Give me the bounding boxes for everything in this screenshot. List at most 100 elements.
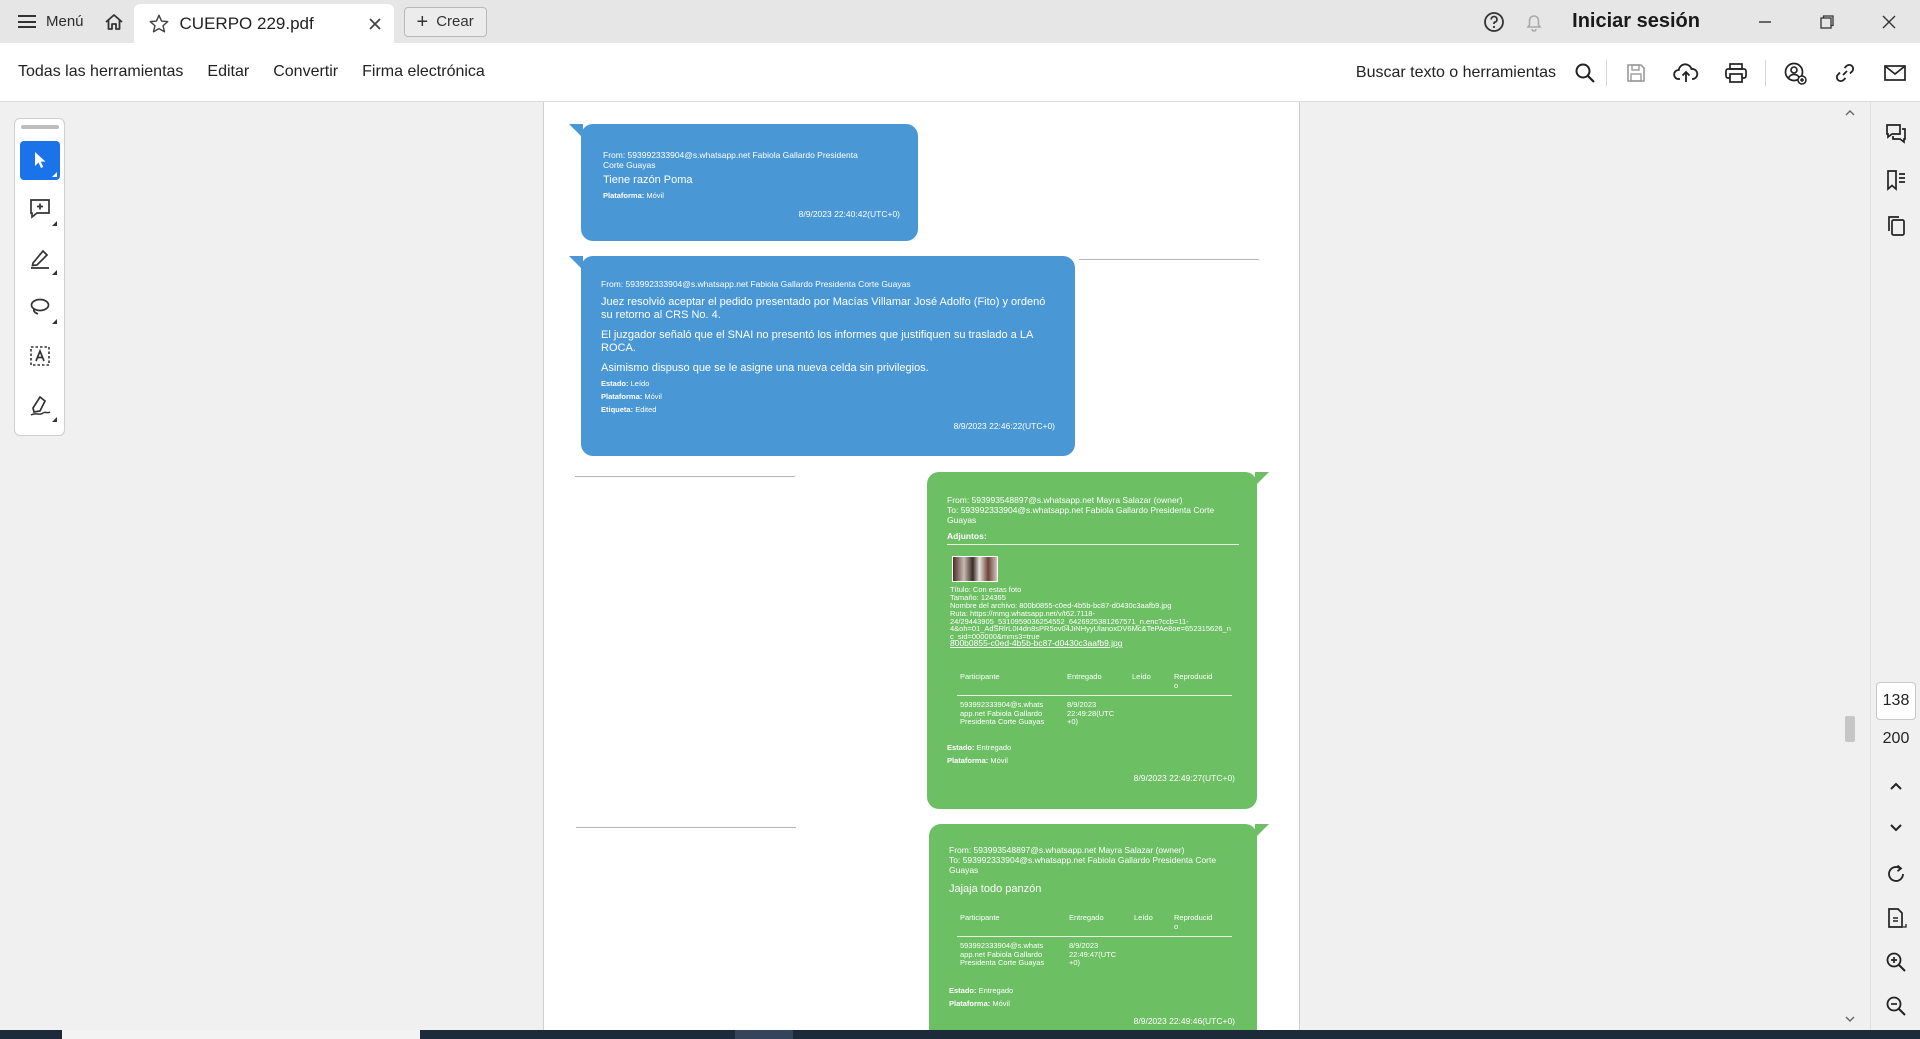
message-platform: Plataforma: Móvil [601, 392, 662, 402]
pen-icon [30, 250, 49, 270]
previous-page-icon[interactable] [1871, 766, 1920, 806]
save-icon[interactable] [1611, 43, 1661, 102]
close-tab-icon[interactable] [366, 15, 384, 33]
print-icon[interactable] [1711, 43, 1761, 102]
link-icon[interactable] [1820, 43, 1870, 102]
main-toolbar: Todas las herramientas Editar Convertir … [0, 43, 1920, 102]
highlight-tool[interactable] [20, 239, 60, 278]
document-tab[interactable]: CUERPO 229.pdf [133, 4, 394, 43]
message-tag: Etiqueta: Edited [601, 405, 656, 415]
state-value: Entregado [978, 986, 1014, 995]
esign-link[interactable]: Firma electrónica [362, 63, 485, 81]
message-platform: Plataforma: Móvil [949, 999, 1010, 1009]
create-label: Crear [436, 13, 474, 30]
message-bubble: From: 593992333904@s.whatsapp.net Fabiol… [569, 124, 918, 241]
signin-button[interactable]: Iniciar sesión [1572, 10, 1700, 33]
search-icon[interactable] [1568, 43, 1602, 102]
zoom-in-icon[interactable] [1871, 942, 1920, 982]
help-icon[interactable] [1474, 11, 1514, 33]
attachment-link[interactable]: 800b0855-c0ed-4b5b-bc87-d0430c3aafb9.jpg [950, 638, 1123, 649]
table-header: Entregado [1067, 672, 1102, 681]
close-window-button[interactable] [1858, 0, 1920, 43]
all-tools-link[interactable]: Todas las herramientas [18, 63, 183, 81]
restore-button[interactable] [1796, 0, 1858, 43]
sign-tool[interactable] [20, 386, 60, 425]
message-body: El juzgador señaló que el SNAI no presen… [601, 329, 1034, 354]
message-from: From: 593992333904@s.whatsapp.net Fabiol… [603, 150, 858, 170]
toolbar-separator [1606, 59, 1607, 86]
draw-tool[interactable] [20, 288, 60, 327]
message-state: Estado: Entregado [949, 986, 1014, 996]
minimize-button[interactable] [1734, 0, 1796, 43]
comments-panel-icon[interactable] [1871, 114, 1920, 154]
vertical-scrollbar[interactable] [1841, 102, 1859, 1030]
attachments-label: Adjuntos: [947, 531, 987, 541]
mail-icon[interactable] [1870, 43, 1920, 102]
bell-icon[interactable] [1514, 11, 1554, 33]
convert-link[interactable]: Convertir [273, 63, 338, 81]
select-tool[interactable] [19, 140, 60, 180]
bookmarks-panel-icon[interactable] [1871, 160, 1920, 200]
message-timestamp: 8/9/2023 22:49:27(UTC+0) [1133, 773, 1235, 783]
cloud-upload-icon[interactable] [1661, 43, 1711, 102]
quick-tools-panel [14, 118, 65, 436]
toolbar-separator [1765, 59, 1766, 86]
table-header: Participante [960, 913, 1000, 922]
create-button[interactable]: + Crear [403, 6, 487, 37]
edit-link[interactable]: Editar [207, 63, 249, 81]
message-platform: Plataforma: Móvil [603, 191, 664, 201]
title-bar: Menú CUERPO 229.pdf + Crear Iniciar sesi… [0, 0, 1920, 43]
attachment-info: Título: Con estas foto Tamaño: 124365 No… [950, 585, 1231, 642]
message-state: Estado: Leído [601, 379, 650, 389]
tool-menu-indicator [51, 417, 57, 422]
state-label: Estado: [601, 379, 629, 388]
menu-button[interactable]: Menú [0, 0, 94, 43]
state-label: Estado: [949, 986, 977, 995]
message-bubble: From: 593993548897@s.whatsapp.net Mayra … [929, 824, 1269, 1030]
message-from: From: 593993548897@s.whatsapp.net Mayra … [949, 845, 1217, 875]
thumbnails-panel-icon[interactable] [1871, 206, 1920, 246]
next-page-icon[interactable] [1871, 808, 1920, 848]
bubble-tail [1255, 472, 1269, 486]
tag-label: Etiqueta: [601, 405, 634, 414]
message-timestamp: 8/9/2023 22:40:42(UTC+0) [798, 209, 900, 219]
state-label: Estado: [947, 743, 975, 752]
panel-grip[interactable] [20, 125, 59, 129]
platform-value: Móvil [992, 999, 1010, 1008]
platform-label: Plataforma: [601, 392, 643, 401]
rotate-icon[interactable] [1871, 854, 1920, 894]
home-icon [104, 13, 123, 30]
home-button[interactable] [94, 0, 134, 43]
bubble-tail [1255, 824, 1269, 838]
message-timestamp: 8/9/2023 22:49:46(UTC+0) [1133, 1016, 1235, 1026]
current-page-input[interactable]: 138 [1876, 682, 1916, 720]
separator-line [1079, 259, 1259, 260]
message-bubble: From: 593993548897@s.whatsapp.net Mayra … [927, 472, 1269, 809]
fit-page-icon[interactable] [1871, 898, 1920, 938]
comment-tool[interactable] [20, 190, 60, 229]
divider [957, 695, 1232, 696]
table-header: Entregado [1069, 913, 1104, 922]
attachment-thumbnail[interactable] [952, 556, 998, 582]
table-cell-participant: 593992333904@s.whats app.net Fabiola Gal… [960, 941, 1045, 968]
platform-label: Plataforma: [603, 191, 645, 200]
zoom-out-icon[interactable] [1871, 986, 1920, 1026]
state-value: Leído [630, 379, 650, 388]
scroll-down-arrow[interactable] [1845, 1014, 1855, 1024]
document-viewport[interactable]: From: 593992333904@s.whatsapp.net Fabiol… [0, 102, 1844, 1030]
text-tool[interactable] [20, 337, 60, 376]
tool-menu-indicator [51, 220, 57, 226]
taskbar-search[interactable] [62, 1030, 420, 1039]
tool-menu-indicator [51, 318, 57, 324]
table-header: Reproducid o [1174, 672, 1213, 690]
star-icon[interactable] [148, 13, 170, 35]
taskbar-app[interactable] [735, 1030, 793, 1039]
share-user-icon[interactable] [1770, 43, 1820, 102]
text-box-icon [29, 346, 50, 367]
scroll-thumb[interactable] [1845, 716, 1855, 742]
search-tools-button[interactable]: Buscar texto o herramientas [1356, 64, 1556, 82]
total-pages: 200 [1882, 730, 1910, 747]
platform-value: Móvil [990, 756, 1008, 765]
separator-line [576, 827, 796, 828]
scroll-up-arrow[interactable] [1845, 108, 1855, 118]
